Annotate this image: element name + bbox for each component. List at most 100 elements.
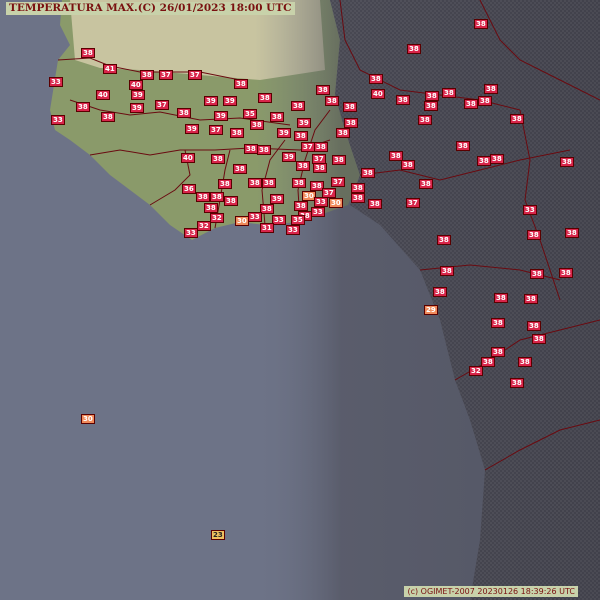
station-temperature-label: 38 — [262, 178, 276, 188]
station-temperature-label: 38 — [140, 70, 154, 80]
station-temperature-label: 38 — [510, 114, 524, 124]
station-temperature-label: 39 — [270, 194, 284, 204]
station-temperature-label: 38 — [401, 160, 415, 170]
station-temperature-label: 38 — [491, 318, 505, 328]
station-temperature-label: 33 — [49, 77, 63, 87]
station-temperature-label: 38 — [101, 112, 115, 122]
station-temperature-label: 33 — [51, 115, 65, 125]
station-temperature-label: 37 — [188, 70, 202, 80]
station-temperature-label: 38 — [351, 183, 365, 193]
station-temperature-label: 37 — [209, 125, 223, 135]
station-temperature-label: 39 — [282, 152, 296, 162]
station-temperature-label: 38 — [425, 91, 439, 101]
station-temperature-label: 41 — [103, 64, 117, 74]
station-temperature-label: 38 — [424, 101, 438, 111]
station-temperature-label: 38 — [204, 203, 218, 213]
station-temperature-label: 39 — [223, 96, 237, 106]
station-temperature-label: 38 — [257, 145, 271, 155]
map-canvas: TEMPERATURA MAX.(C) 26/01/2023 18:00 UTC… — [0, 0, 600, 600]
station-temperature-label: 40 — [371, 89, 385, 99]
station-temperature-label: 38 — [230, 128, 244, 138]
station-temperature-label: 38 — [270, 112, 284, 122]
station-temperature-label: 33 — [184, 228, 198, 238]
station-temperature-label: 38 — [530, 269, 544, 279]
station-temperature-label: 38 — [481, 357, 495, 367]
station-temperature-label: 38 — [313, 163, 327, 173]
station-temperature-label: 38 — [559, 268, 573, 278]
station-temperature-label: 38 — [177, 108, 191, 118]
station-temperature-label: 38 — [218, 179, 232, 189]
station-temperature-label: 39 — [204, 96, 218, 106]
station-temperature-label: 38 — [294, 131, 308, 141]
station-temperature-label: 38 — [314, 142, 328, 152]
station-temperature-label: 38 — [81, 48, 95, 58]
station-temperature-label: 39 — [277, 128, 291, 138]
station-temperature-label: 38 — [233, 164, 247, 174]
station-temperature-label: 32 — [469, 366, 483, 376]
station-temperature-label: 38 — [532, 334, 546, 344]
station-temperature-label: 38 — [316, 85, 330, 95]
station-temperature-label: 32 — [197, 221, 211, 231]
station-temperature-label: 38 — [565, 228, 579, 238]
station-temperature-label: 38 — [211, 154, 225, 164]
station-temperature-label: 38 — [560, 157, 574, 167]
station-temperature-label: 38 — [332, 155, 346, 165]
station-temperature-label: 38 — [490, 154, 504, 164]
station-temperature-label: 33 — [311, 207, 325, 217]
station-temperature-label: 38 — [396, 95, 410, 105]
station-temperature-label: 39 — [185, 124, 199, 134]
station-temperature-label: 38 — [344, 118, 358, 128]
station-temperature-label: 39 — [130, 103, 144, 113]
station-temperature-label: 33 — [248, 212, 262, 222]
station-temperature-label: 23 — [211, 530, 225, 540]
station-temperature-label: 38 — [437, 235, 451, 245]
credit-text: (c) OGIMET-2007 20230126 18:39:26 UTC — [404, 586, 578, 597]
station-temperature-label: 38 — [456, 141, 470, 151]
station-temperature-label: 40 — [129, 80, 143, 90]
station-temperature-label: 37 — [155, 100, 169, 110]
station-temperature-label: 38 — [510, 378, 524, 388]
station-temperature-label: 38 — [518, 357, 532, 367]
station-temperature-label: 38 — [442, 88, 456, 98]
station-temperature-label: 35 — [291, 215, 305, 225]
station-temperature-label: 33 — [286, 225, 300, 235]
station-temperature-label: 38 — [343, 102, 357, 112]
station-temperature-label: 30 — [235, 216, 249, 226]
station-temperature-label: 38 — [418, 115, 432, 125]
station-temperature-label: 38 — [248, 178, 262, 188]
station-temperature-label: 38 — [196, 192, 210, 202]
station-temperature-label: 37 — [301, 142, 315, 152]
station-temperature-label: 38 — [369, 74, 383, 84]
station-temperature-label: 38 — [491, 347, 505, 357]
station-temperature-label: 38 — [527, 321, 541, 331]
map-title: TEMPERATURA MAX.(C) 26/01/2023 18:00 UTC — [6, 2, 295, 15]
map-background — [0, 0, 600, 600]
station-temperature-label: 35 — [243, 109, 257, 119]
station-temperature-label: 38 — [527, 230, 541, 240]
station-temperature-label: 38 — [258, 93, 272, 103]
station-temperature-label: 38 — [494, 293, 508, 303]
station-temperature-label: 38 — [294, 201, 308, 211]
station-temperature-label: 38 — [474, 19, 488, 29]
station-temperature-label: 38 — [292, 178, 306, 188]
station-temperature-label: 31 — [260, 223, 274, 233]
station-temperature-label: 38 — [368, 199, 382, 209]
station-temperature-label: 38 — [210, 192, 224, 202]
station-temperature-label: 38 — [419, 179, 433, 189]
station-temperature-label: 38 — [440, 266, 454, 276]
station-temperature-label: 38 — [291, 101, 305, 111]
station-temperature-label: 37 — [331, 177, 345, 187]
station-temperature-label: 38 — [296, 161, 310, 171]
station-temperature-label: 38 — [464, 99, 478, 109]
station-temperature-label: 29 — [424, 305, 438, 315]
station-temperature-label: 38 — [477, 156, 491, 166]
station-temperature-label: 38 — [351, 193, 365, 203]
station-temperature-label: 33 — [272, 215, 286, 225]
station-temperature-label: 40 — [181, 153, 195, 163]
station-temperature-label: 38 — [250, 120, 264, 130]
station-temperature-label: 30 — [329, 198, 343, 208]
station-temperature-label: 38 — [407, 44, 421, 54]
station-temperature-label: 39 — [214, 111, 228, 121]
station-temperature-label: 39 — [131, 90, 145, 100]
station-temperature-label: 38 — [76, 102, 90, 112]
